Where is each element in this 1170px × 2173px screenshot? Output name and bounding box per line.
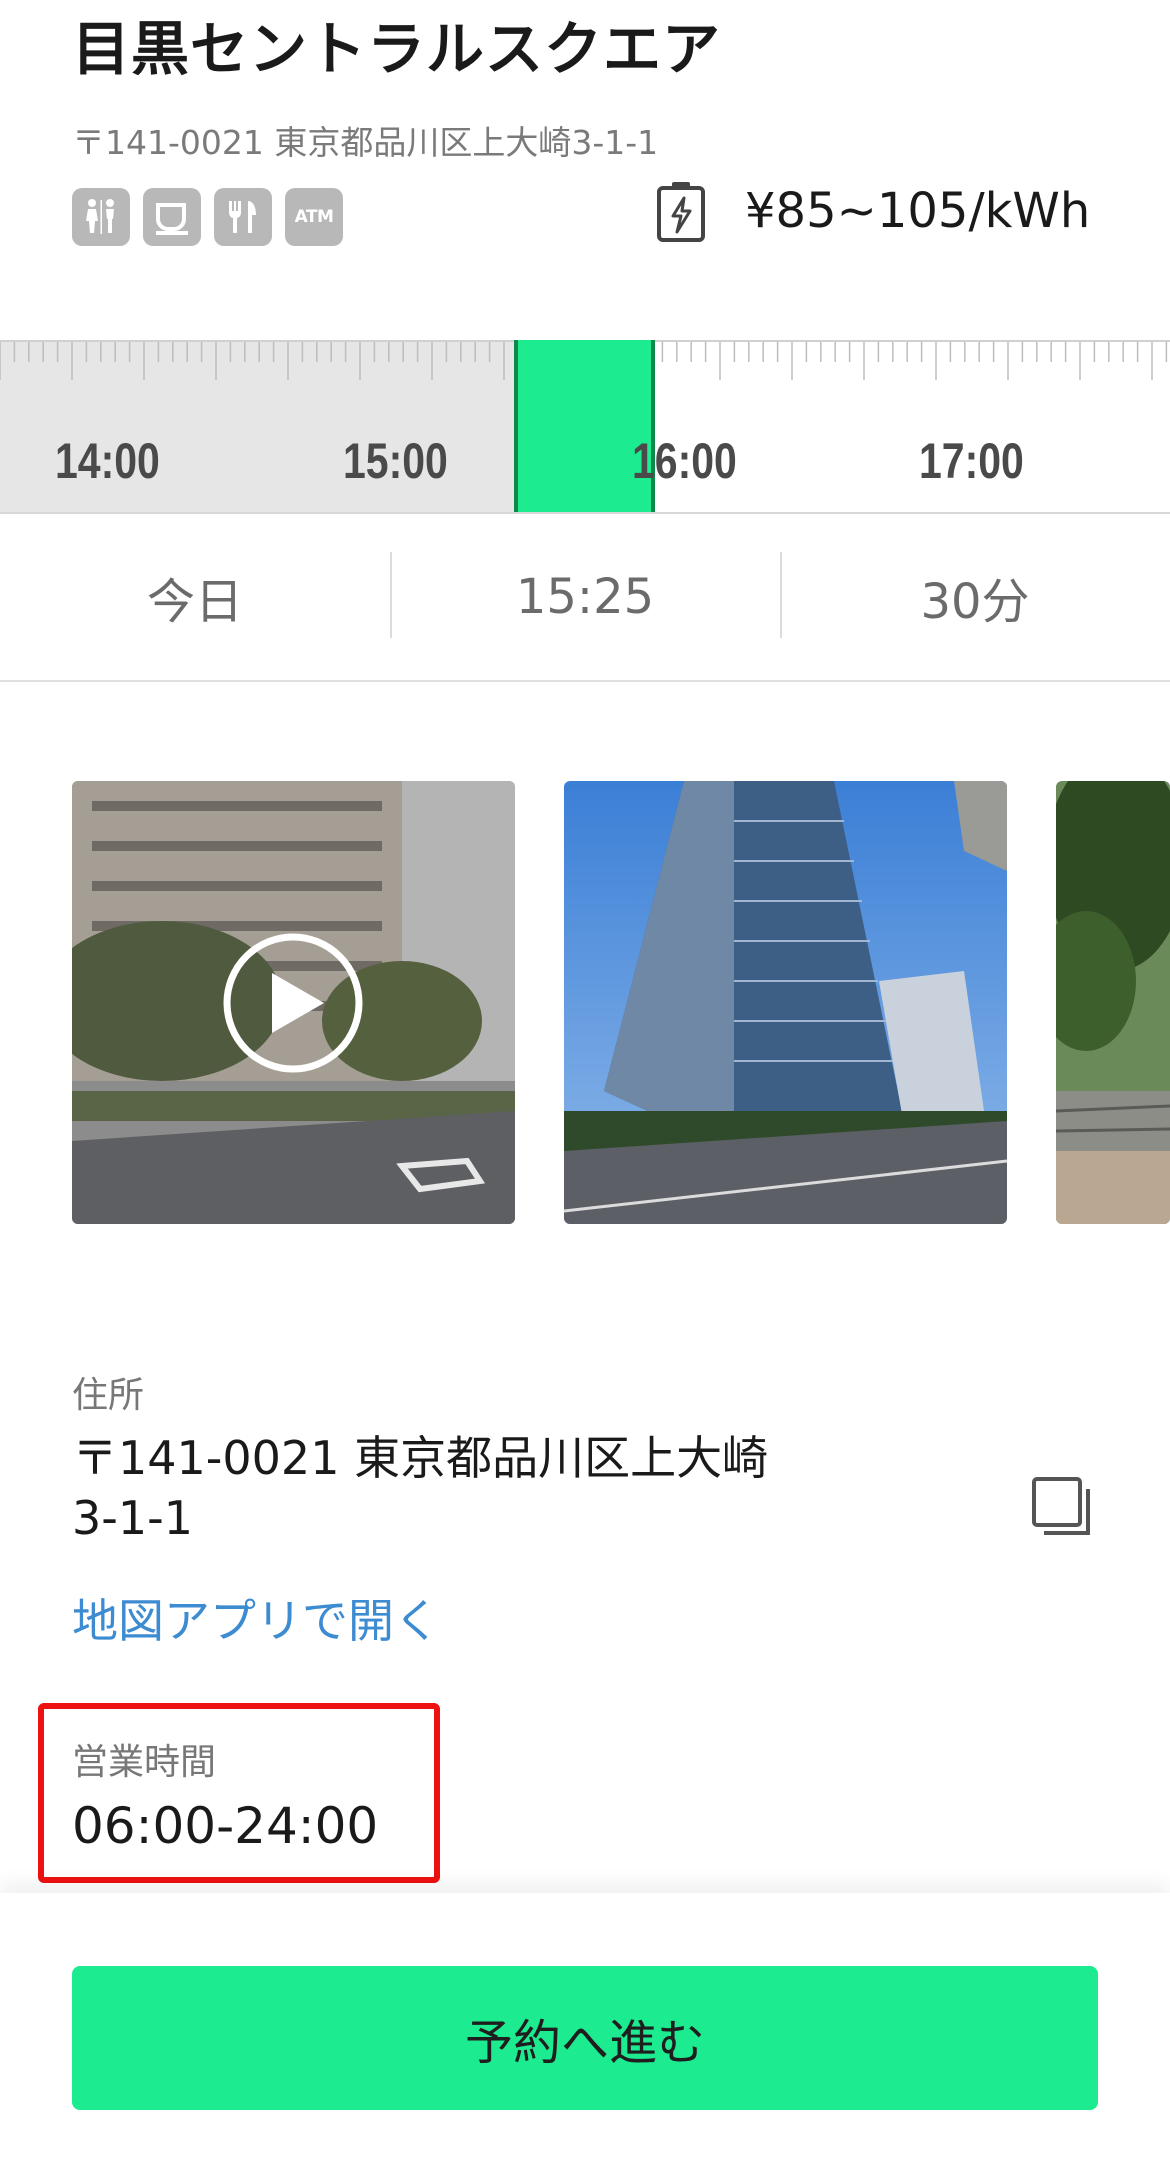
open-map-link[interactable]: 地図アプリで開く bbox=[72, 1585, 440, 1651]
address-full: 〒141-0021 東京都品川区上大崎 3-1-1 bbox=[72, 1428, 768, 1548]
battery-charge-icon bbox=[657, 182, 705, 242]
date-selector[interactable]: 今日 bbox=[0, 514, 390, 680]
photo-garden[interactable] bbox=[1056, 781, 1170, 1224]
restroom-icon bbox=[72, 188, 130, 246]
start-time-selector[interactable]: 15:25 bbox=[390, 514, 780, 680]
duration-selector[interactable]: 30分 bbox=[780, 514, 1170, 680]
address-line-1: 〒141-0021 東京都品川区上大崎 bbox=[72, 1431, 769, 1485]
timeline-label-14: 14:00 bbox=[55, 433, 160, 489]
address-label: 住所 bbox=[72, 1375, 145, 1416]
atm-icon: ATM bbox=[285, 188, 343, 246]
price-info: ¥85~105/kWh bbox=[655, 180, 1090, 242]
restaurant-icon bbox=[214, 188, 272, 246]
hours-value: 06:00-24:00 bbox=[72, 1797, 379, 1855]
bottom-action-bar: 予約へ進む bbox=[0, 1893, 1170, 2173]
proceed-to-reservation-button[interactable]: 予約へ進む bbox=[72, 1966, 1098, 2110]
station-address: 〒141-0021 東京都品川区上大崎3-1-1 bbox=[72, 123, 659, 162]
station-title: 目黒セントラルスクエア bbox=[72, 15, 722, 83]
cafe-icon bbox=[143, 188, 201, 246]
timeline-label-16: 16:00 bbox=[632, 433, 737, 489]
hours-label: 営業時間 bbox=[72, 1742, 217, 1783]
hours-highlight bbox=[38, 1703, 440, 1883]
photo-video-thumbnail[interactable] bbox=[72, 781, 515, 1224]
timeline-label-17: 17:00 bbox=[919, 433, 1024, 489]
copy-icon[interactable] bbox=[1030, 1475, 1094, 1543]
timeline-label-15: 15:00 bbox=[343, 433, 448, 489]
reservation-selector: 今日 15:25 30分 bbox=[0, 514, 1170, 682]
time-slider[interactable]: 14:00 15:00 16:00 17:00 bbox=[0, 340, 1170, 514]
photo-building[interactable] bbox=[564, 781, 1007, 1224]
address-line-2: 3-1-1 bbox=[72, 1491, 193, 1545]
amenity-list: ATM bbox=[72, 188, 343, 246]
price-text: ¥85~105/kWh bbox=[745, 183, 1091, 239]
